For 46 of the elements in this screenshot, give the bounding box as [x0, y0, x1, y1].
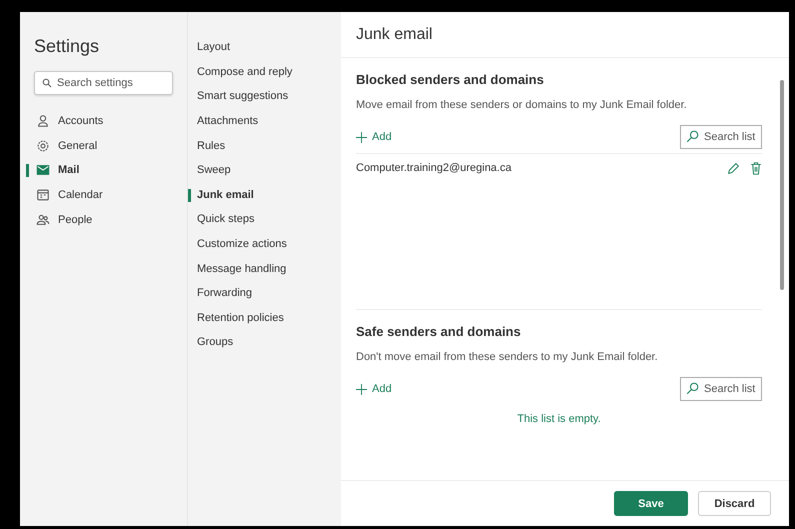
section-description: Don't move email from these senders to my Junk Email folder.	[356, 351, 659, 363]
subnav-item[interactable]: Groups	[188, 330, 341, 355]
search-list-field[interactable]: Search list	[680, 377, 762, 401]
search-list-field[interactable]: Search list	[680, 125, 762, 149]
subnav-item[interactable]: Smart suggestions	[188, 84, 341, 109]
subnav-item[interactable]: Sweep	[188, 158, 341, 183]
section-heading: Safe senders and domains	[356, 324, 522, 339]
trash-icon[interactable]	[750, 162, 762, 174]
sidebar-item[interactable]: Accounts	[20, 109, 173, 134]
edit-icon[interactable]	[727, 162, 740, 174]
save-button[interactable]: Save	[614, 491, 688, 516]
mail-icon	[36, 163, 50, 178]
section-heading: Blocked senders and domains	[356, 72, 545, 87]
plus-icon	[356, 384, 367, 394]
subnav-item[interactable]: Customize actions	[188, 232, 341, 256]
empty-message: This list is empty.	[516, 413, 602, 425]
settings-icon	[36, 138, 50, 153]
add-button[interactable]: Add	[356, 131, 392, 143]
subnav-item[interactable]: Attachments	[188, 108, 341, 134]
settings-title: Settings	[34, 36, 100, 57]
subnav-item[interactable]: Compose and reply	[188, 60, 341, 84]
discard-button[interactable]: Discard	[698, 491, 771, 516]
search-field[interactable]: Search settings	[34, 71, 173, 95]
sidebar-item[interactable]: Mail	[20, 158, 173, 183]
page-title: Junk email	[341, 12, 789, 58]
calendar-icon	[36, 188, 50, 202]
search-icon	[686, 130, 699, 143]
search-icon	[42, 78, 52, 88]
search-icon	[686, 382, 699, 395]
subnav-item[interactable]: Forwarding	[188, 280, 341, 306]
subnav-item[interactable]: Rules	[188, 133, 341, 158]
people-icon	[36, 212, 50, 227]
scrollbar-thumb[interactable]	[780, 80, 784, 290]
person-icon	[36, 114, 50, 128]
sidebar-item[interactable]: General	[20, 134, 173, 158]
sidebar-item[interactable]: Calendar	[20, 182, 173, 208]
subnav-item[interactable]: Message handling	[188, 256, 341, 281]
subnav-item[interactable]: Quick steps	[188, 207, 341, 232]
sender-address: Computer.training2@uregina.ca	[356, 162, 512, 174]
sidebar-item[interactable]: People	[20, 207, 173, 232]
subnav-item[interactable]: Retention policies	[188, 306, 341, 330]
subnav-item[interactable]: Junk email	[188, 182, 341, 208]
section-description: Move email from these senders or domains to my Junk Email folder.	[356, 99, 688, 111]
subnav-item[interactable]: Layout	[188, 35, 341, 60]
plus-icon	[356, 132, 367, 142]
add-button[interactable]: Add	[356, 383, 392, 395]
